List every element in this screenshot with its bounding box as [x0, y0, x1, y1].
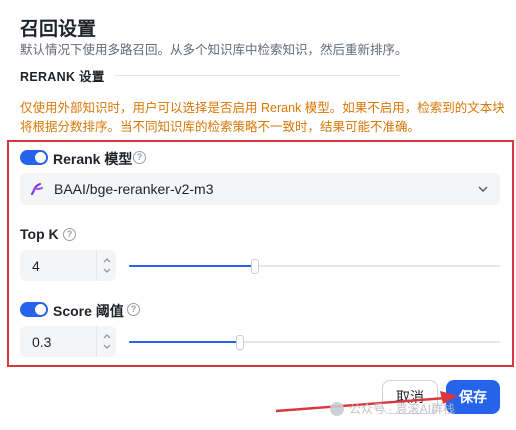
model-logo-icon: [30, 182, 44, 196]
top-k-value: 4: [32, 258, 40, 274]
slider-fill: [129, 265, 256, 267]
help-icon[interactable]: ?: [63, 228, 76, 241]
score-value: 0.3: [32, 334, 52, 350]
rerank-model-value: BAAI/bge-reranker-v2-m3: [54, 181, 214, 197]
slider-fill: [129, 341, 241, 343]
rerank-toggle[interactable]: [20, 150, 48, 165]
chevron-down-icon[interactable]: [102, 267, 112, 275]
top-k-label: Top K: [20, 226, 59, 242]
chevron-down-icon[interactable]: [102, 343, 112, 351]
rerank-label: Rerank 模型: [53, 151, 133, 167]
wechat-icon: [330, 401, 344, 416]
stepper-arrows: [96, 250, 116, 281]
score-stepper[interactable]: 0.3: [20, 326, 116, 357]
watermark-text: 公众号 · 袁滚AI群栈: [349, 402, 456, 416]
top-k-stepper[interactable]: 4: [20, 250, 116, 281]
score-slider[interactable]: [129, 335, 500, 350]
score-toggle[interactable]: [20, 302, 48, 317]
top-k-slider[interactable]: [129, 259, 500, 274]
rerank-section-header: RERANK 设置: [20, 66, 400, 85]
score-label: Score 阈值: [53, 303, 124, 319]
chevron-up-icon[interactable]: [102, 332, 112, 340]
toggle-knob: [35, 304, 46, 315]
section-divider: [114, 75, 400, 76]
toggle-knob: [35, 152, 46, 163]
section-label: RERANK 设置: [20, 70, 105, 84]
warning-text: 仅使用外部知识时，用户可以选择是否启用 Rerank 模型。如果不启用，检索到的…: [20, 101, 505, 134]
chevron-down-icon: [478, 186, 488, 192]
watermark: 公众号 · 袁滚AI群栈: [330, 400, 455, 417]
chevron-up-icon[interactable]: [102, 256, 112, 264]
rerank-model-select[interactable]: BAAI/bge-reranker-v2-m3: [20, 173, 500, 205]
stepper-arrows: [96, 326, 116, 357]
page-subtitle: 默认情况下使用多路召回。从多个知识库中检索知识，然后重新排序。: [20, 43, 408, 57]
slider-thumb[interactable]: [236, 335, 245, 350]
slider-thumb[interactable]: [251, 259, 260, 274]
page-title: 召回设置: [20, 19, 97, 40]
help-icon[interactable]: ?: [133, 151, 146, 164]
help-icon[interactable]: ?: [127, 303, 140, 316]
